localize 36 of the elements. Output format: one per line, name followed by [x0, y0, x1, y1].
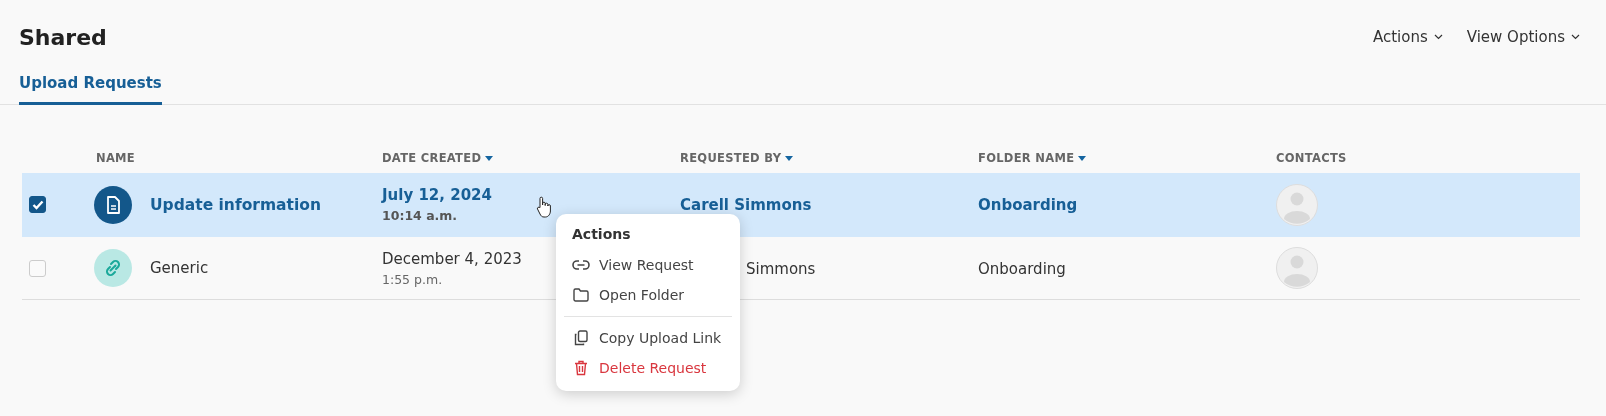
avatar-icon — [1276, 183, 1318, 226]
request-name[interactable]: Generic — [150, 259, 209, 277]
sort-caret-icon — [1078, 155, 1087, 161]
chevron-icon — [1433, 34, 1443, 40]
date-text: July 12, 2024 — [382, 186, 492, 204]
menu-item[interactable]: Delete Request — [556, 353, 740, 383]
link-icon — [572, 260, 590, 270]
sort-caret-icon — [485, 155, 494, 161]
column-label: CONTACTS — [1276, 151, 1348, 165]
page-title: Shared — [19, 24, 107, 50]
column-header[interactable]: DATE CREATED — [382, 151, 494, 165]
time-text: 1:55 p.m. — [382, 271, 443, 287]
dropdown-button[interactable]: View Options — [1466, 28, 1580, 46]
sort-caret-icon — [785, 155, 794, 161]
checkbox[interactable] — [29, 196, 46, 213]
date-text: December 4, 2023 — [382, 249, 522, 268]
folder-icon — [572, 288, 590, 302]
avatar-icon — [1276, 247, 1318, 289]
column-label: NAME — [96, 151, 137, 165]
dropdown-button[interactable]: Actions — [1372, 28, 1443, 46]
hand-cursor-icon — [536, 196, 552, 218]
link-icon — [94, 249, 132, 287]
column-header[interactable]: FOLDER NAME — [978, 151, 1087, 165]
requester-name: Carell Simmons — [680, 196, 812, 214]
trash-icon — [572, 360, 590, 376]
request-name[interactable]: Update information — [150, 195, 321, 214]
menu-item[interactable]: View Request — [556, 250, 740, 280]
menu-item[interactable]: Copy Upload Link — [556, 323, 740, 353]
folder-name: Onboarding — [978, 196, 1078, 214]
copy-icon — [572, 330, 590, 346]
tab[interactable]: Upload Requests — [19, 70, 162, 105]
chevron-icon — [1571, 34, 1580, 40]
column-header[interactable]: REQUESTED BY — [680, 151, 794, 165]
time-text: 10:14 a.m. — [382, 208, 458, 223]
folder-name: Onboarding — [978, 259, 1066, 278]
document-icon — [94, 185, 132, 224]
